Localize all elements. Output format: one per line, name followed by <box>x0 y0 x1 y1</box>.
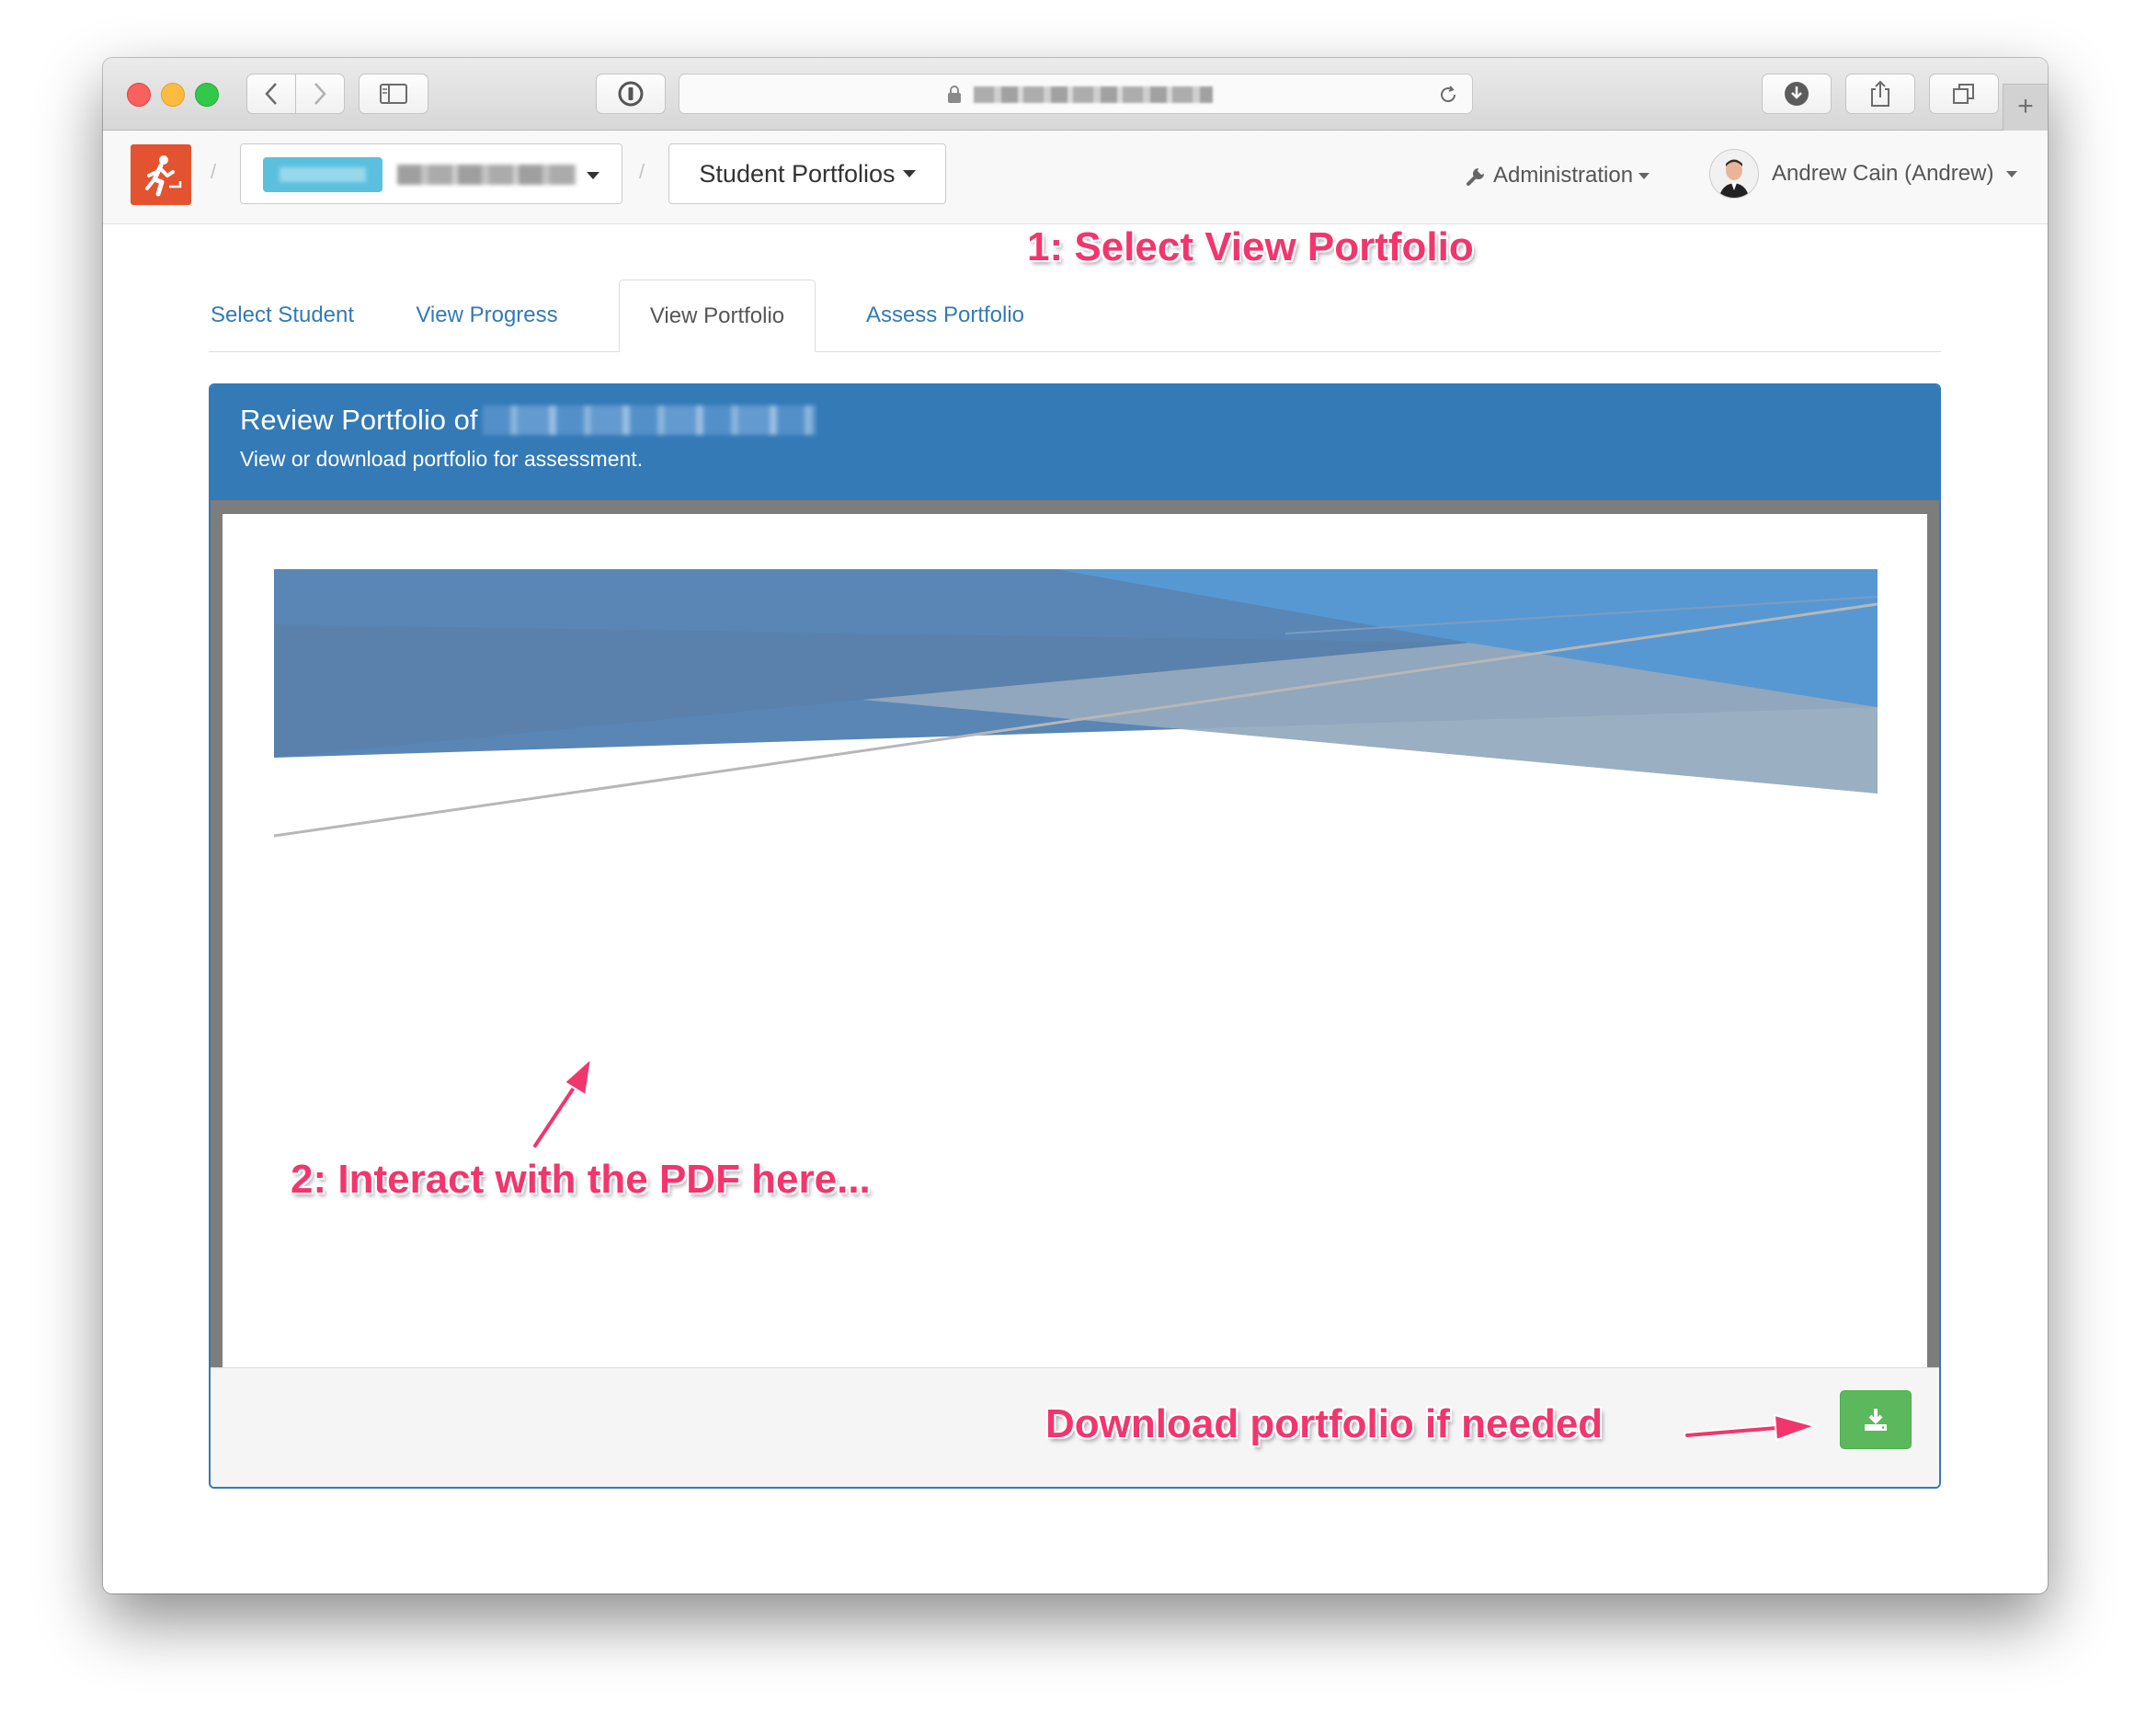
administration-menu[interactable]: Administration <box>1466 163 1650 188</box>
unit-code-badge <box>263 157 382 192</box>
review-portfolio-panel: Review Portfolio of View or download por… <box>209 383 1941 1489</box>
address-bar[interactable] <box>679 74 1473 114</box>
password-manager-button[interactable] <box>596 74 666 114</box>
annotation-step3: Download portfolio if needed <box>1045 1401 1604 1446</box>
panel-heading: Review Portfolio of View or download por… <box>211 385 1939 500</box>
chevron-right-icon <box>314 83 326 105</box>
address-url <box>974 86 1213 103</box>
section-dropdown[interactable]: Student Portfolios <box>668 143 946 204</box>
lock-icon <box>948 86 961 103</box>
sidebar-icon <box>380 84 407 104</box>
pdf-page[interactable] <box>223 514 1927 1369</box>
chevron-down-icon <box>902 170 916 177</box>
download-portfolio-button[interactable] <box>1840 1390 1912 1449</box>
chevron-down-icon <box>1638 172 1650 179</box>
wrench-icon <box>1467 168 1484 186</box>
share-icon <box>1871 80 1889 107</box>
tabs-icon <box>1953 84 1974 104</box>
avatar <box>1709 149 1759 199</box>
zoom-window-button[interactable] <box>195 83 219 107</box>
pdf-cover-graphic <box>274 569 1878 838</box>
tab-assess-portfolio[interactable]: Assess Portfolio <box>855 280 1035 351</box>
user-name: Andrew Cain (Andrew) <box>1772 161 1994 186</box>
portfolio-tabs: Select Student View Progress View Portfo… <box>209 280 1941 352</box>
downloads-button[interactable] <box>1762 74 1832 114</box>
annotation-step2: 2: Interact with the PDF here... <box>291 1157 871 1202</box>
forward-button[interactable] <box>295 74 345 114</box>
panel-title-text: Review Portfolio of <box>240 404 478 436</box>
sidebar-toggle-button[interactable] <box>359 74 428 114</box>
chevron-down-icon <box>587 172 599 179</box>
panel-subtitle: View or download portfolio for assessmen… <box>240 447 644 471</box>
student-name-redacted <box>483 405 816 435</box>
reload-icon[interactable] <box>1437 84 1459 106</box>
share-button[interactable] <box>1845 74 1915 114</box>
user-menu[interactable]: Andrew Cain (Andrew) <box>1709 149 2018 199</box>
password-icon <box>618 81 644 107</box>
tab-select-student[interactable]: Select Student <box>209 280 356 351</box>
annotation-step1: 1: Select View Portfolio <box>1027 224 1474 269</box>
back-button[interactable] <box>246 74 296 114</box>
browser-toolbar: + <box>103 58 2048 131</box>
tab-view-portfolio[interactable]: View Portfolio <box>619 280 816 352</box>
download-circle-icon <box>1785 82 1809 106</box>
minimize-window-button[interactable] <box>161 83 185 107</box>
new-tab-button[interactable]: + <box>2003 84 2048 131</box>
close-window-button[interactable] <box>127 83 151 107</box>
breadcrumb-separator: / <box>211 160 217 183</box>
tab-view-progress[interactable]: View Progress <box>400 280 574 351</box>
section-dropdown-label: Student Portfolios <box>699 159 896 188</box>
runner-icon[interactable] <box>131 144 191 205</box>
pdf-viewer[interactable] <box>211 500 1939 1369</box>
chevron-left-icon <box>265 83 277 105</box>
download-icon <box>1865 1409 1887 1431</box>
browser-window: + / / Student Portfolios Administration … <box>103 58 2048 1593</box>
app-navbar: / / Student Portfolios Administration An… <box>103 131 2048 224</box>
show-tabs-button[interactable] <box>1929 74 1999 114</box>
administration-label: Administration <box>1493 163 1634 188</box>
unit-name <box>397 165 576 185</box>
chevron-down-icon <box>2006 170 2018 177</box>
breadcrumb-separator: / <box>639 160 645 183</box>
panel-title: Review Portfolio of <box>240 404 816 437</box>
unit-selector-dropdown[interactable] <box>240 143 622 204</box>
